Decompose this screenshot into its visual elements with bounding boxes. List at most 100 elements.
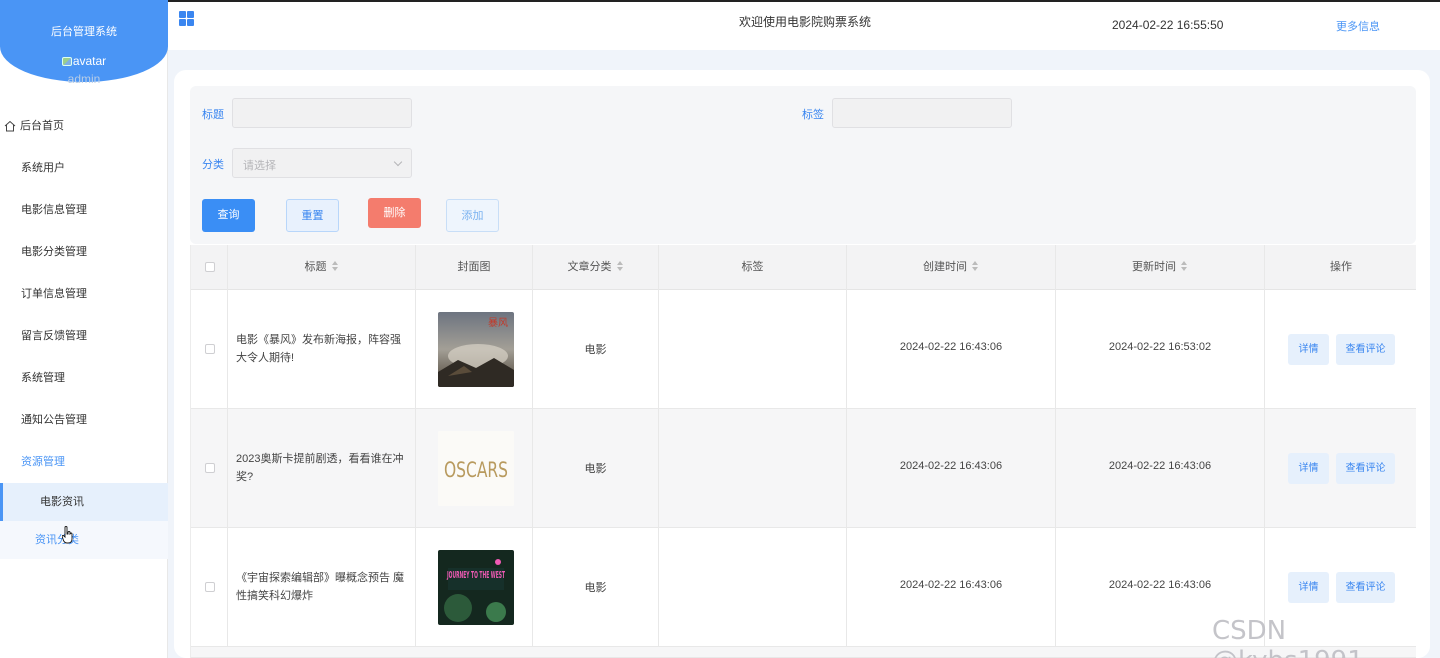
sidebar-item-resources[interactable]: 资源管理 (0, 441, 168, 483)
column-header-label: 更新时间 (1132, 261, 1176, 273)
sidebar-item-movie-category[interactable]: 电影分类管理 (0, 231, 168, 273)
more-info-link[interactable]: 更多信息 (1336, 18, 1380, 34)
sidebar: 后台管理系统 avatar admin 后台首页 系统用户 电影信息管理 电影分… (0, 0, 168, 658)
sidebar-item-label: 后台首页 (20, 120, 64, 132)
row-created: 2024-02-22 16:43:06 (899, 579, 1003, 591)
query-button[interactable]: 查询 (202, 199, 255, 232)
row-title: 2023奥斯卡提前剧透，看看谁在冲奖? (236, 453, 404, 483)
column-header-category[interactable]: 文章分类 (533, 245, 659, 290)
row-title: 电影《暴风》发布新海报，阵容强大令人期待! (236, 334, 401, 364)
sidebar-item-movie-info[interactable]: 电影信息管理 (0, 189, 168, 231)
column-header-label: 封面图 (457, 261, 491, 273)
view-comments-button[interactable]: 查看评论 (1336, 334, 1395, 365)
detail-button[interactable]: 详情 (1288, 572, 1329, 603)
add-button[interactable]: 添加 (446, 199, 499, 232)
row-checkbox-cell (191, 290, 228, 409)
row-updated: 2024-02-22 16:53:02 (1108, 341, 1212, 353)
cover-image[interactable]: JOURNEY TO THE WEST (438, 550, 514, 625)
cover-cell: OSCARS (416, 409, 533, 528)
cover-text: OSCARS (444, 458, 508, 482)
actions-cell: 详情 查看评论 (1265, 290, 1416, 409)
avatar: avatar (0, 54, 168, 68)
updated-cell: 2024-02-22 16:43:06 (1056, 409, 1265, 528)
broken-image-icon (61, 57, 72, 66)
home-icon (4, 120, 16, 132)
sidebar-item-label: 通知公告管理 (21, 414, 87, 426)
row-updated: 2024-02-22 16:43:06 (1108, 579, 1212, 591)
tag-filter-input[interactable] (832, 98, 1012, 128)
tag-filter-label: 标签 (802, 109, 824, 121)
view-comments-button[interactable]: 查看评论 (1336, 572, 1395, 603)
cover-image[interactable]: 暴风 (438, 312, 514, 387)
sidebar-item-notices[interactable]: 通知公告管理 (0, 399, 168, 441)
cover-cell: 暴风 (416, 290, 533, 409)
created-cell: 2024-02-22 16:43:06 (847, 409, 1056, 528)
row-created: 2024-02-22 16:43:06 (899, 460, 1003, 472)
delete-button[interactable]: 删除 (368, 198, 421, 228)
sidebar-item-label: 资源管理 (21, 456, 65, 468)
category-select-placeholder: 请选择 (243, 160, 276, 172)
table-row: 2023奥斯卡提前剧透，看看谁在冲奖? OSCARS 电影 2024-02-22… (191, 409, 1416, 528)
sidebar-item-label: 系统用户 (21, 162, 65, 174)
table-row: 电影《暴风》发布新海报，阵容强大令人期待! 暴风 电影 2024-02-22 1… (191, 290, 1416, 409)
title-cell: 电影《暴风》发布新海报，阵容强大令人期待! (228, 290, 416, 409)
sort-icon[interactable] (331, 261, 339, 271)
detail-button[interactable]: 详情 (1288, 334, 1329, 365)
sidebar-subitem-movie-news[interactable]: 电影资讯 (0, 483, 168, 521)
username: admin (67, 72, 101, 86)
title-cell: 《宇宙探索编辑部》曝概念预告 魔性搞笑科幻爆炸 (228, 528, 416, 647)
chevron-down-icon (393, 157, 403, 167)
row-checkbox-cell (191, 409, 228, 528)
row-category: 电影 (584, 463, 607, 475)
sidebar-item-orders[interactable]: 订单信息管理 (0, 273, 168, 315)
title-filter-label: 标题 (202, 109, 224, 121)
sort-icon[interactable] (1180, 261, 1188, 271)
sidebar-item-home[interactable]: 后台首页 (0, 105, 168, 147)
category-filter-label: 分类 (202, 159, 224, 171)
detail-button[interactable]: 详情 (1288, 453, 1329, 484)
column-header-label: 标签 (741, 261, 764, 273)
news-table: 标题 封面图 文章分类 标签 创建时间 更新时间 操作 电影《暴风》发布新海报，… (190, 245, 1416, 658)
created-cell: 2024-02-22 16:43:06 (847, 528, 1056, 647)
title-filter-input[interactable] (232, 98, 412, 128)
category-cell: 电影 (533, 290, 659, 409)
brand-title: 后台管理系统 (51, 26, 117, 38)
column-header-label: 创建时间 (923, 261, 967, 273)
category-cell: 电影 (533, 528, 659, 647)
welcome-text: 欢迎使用电影院购票系统 (738, 15, 871, 29)
sidebar-item-label: 订单信息管理 (21, 288, 87, 300)
row-category: 电影 (584, 344, 607, 356)
row-checkbox-cell (191, 528, 228, 647)
row-checkbox[interactable] (205, 344, 215, 354)
actions-cell: 详情 查看评论 (1265, 409, 1416, 528)
view-comments-button[interactable]: 查看评论 (1336, 453, 1395, 484)
row-checkbox[interactable] (205, 582, 215, 592)
sidebar-item-system[interactable]: 系统管理 (0, 357, 168, 399)
row-checkbox[interactable] (205, 463, 215, 473)
column-header-label: 文章分类 (567, 261, 612, 273)
column-header-updated[interactable]: 更新时间 (1056, 245, 1265, 290)
sidebar-subitem-news-category[interactable]: 资讯分类 (0, 521, 168, 559)
sidebar-item-feedback[interactable]: 留言反馈管理 (0, 315, 168, 357)
row-created: 2024-02-22 16:43:06 (899, 341, 1003, 353)
cover-text: JOURNEY TO THE WEST (447, 570, 506, 581)
updated-cell: 2024-02-22 16:53:02 (1056, 290, 1265, 409)
column-header-cover: 封面图 (416, 245, 533, 290)
column-header-tag: 标签 (659, 245, 847, 290)
reset-button[interactable]: 重置 (286, 199, 339, 232)
column-header-title[interactable]: 标题 (228, 245, 416, 290)
column-header-label: 操作 (1330, 261, 1352, 273)
watermark-text: CSDN @kybs1991 (1212, 616, 1364, 658)
sort-icon[interactable] (971, 261, 979, 271)
select-all-checkbox[interactable] (205, 262, 215, 272)
brand-header: 后台管理系统 avatar (0, 0, 168, 82)
sidebar-item-system-users[interactable]: 系统用户 (0, 147, 168, 189)
row-title: 《宇宙探索编辑部》曝概念预告 魔性搞笑科幻爆炸 (236, 572, 405, 602)
column-header-label: 标题 (304, 261, 327, 273)
cover-image[interactable]: OSCARS (438, 431, 514, 506)
category-select[interactable]: 请选择 (232, 148, 412, 178)
column-header-created[interactable]: 创建时间 (847, 245, 1056, 290)
tag-cell (659, 290, 847, 409)
sort-icon[interactable] (616, 261, 624, 271)
cover-cell: JOURNEY TO THE WEST (416, 528, 533, 647)
